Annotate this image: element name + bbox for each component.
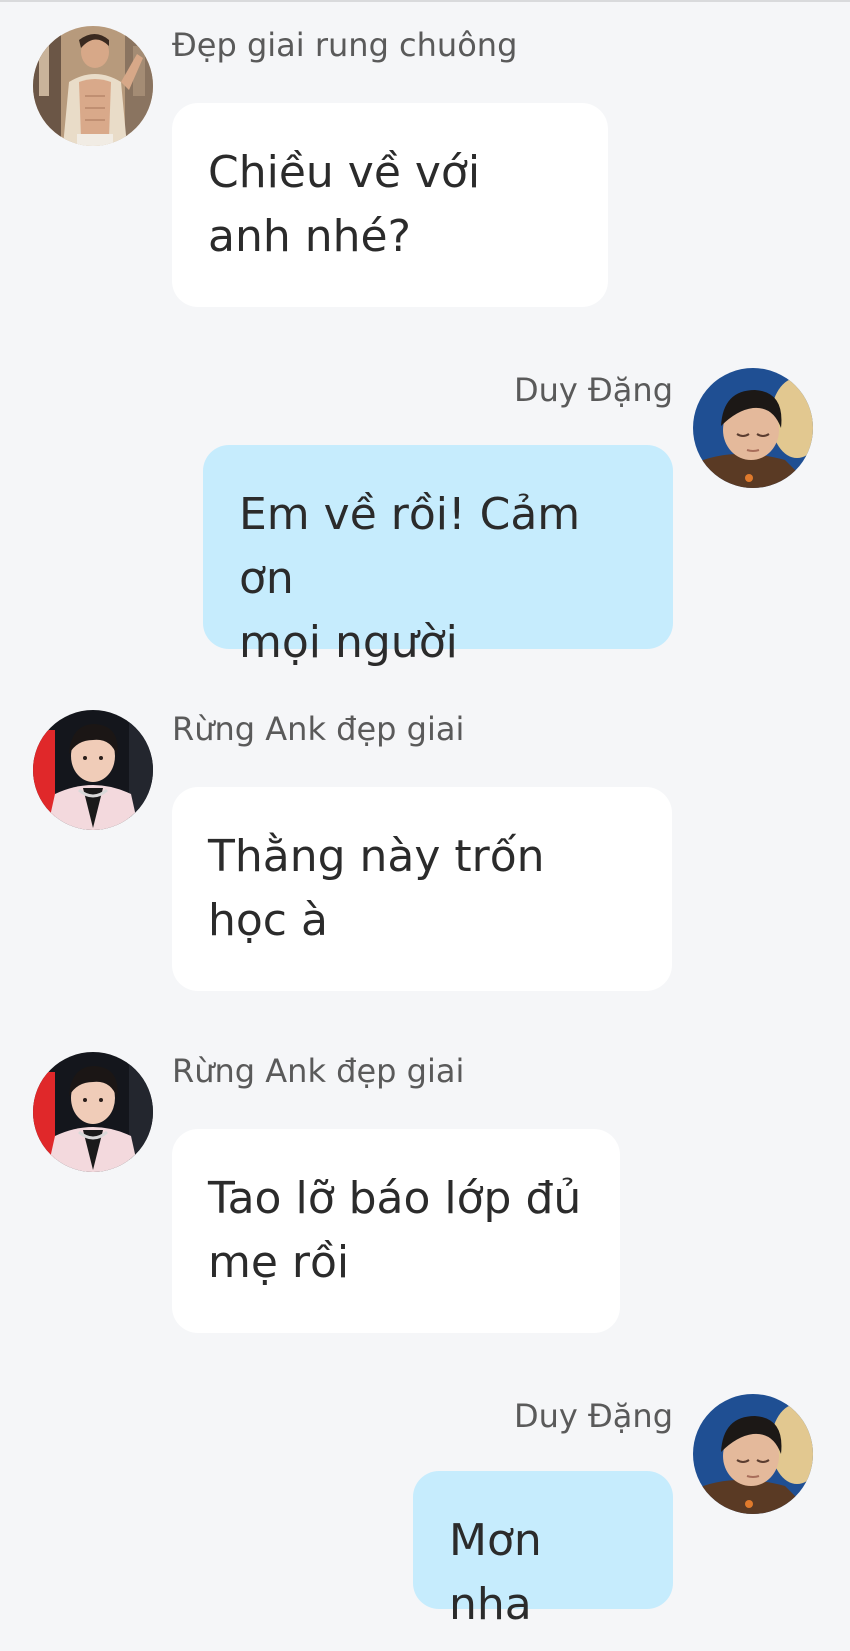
sleeping-boy-avatar[interactable] [693, 1394, 813, 1514]
avatar-image [33, 1052, 153, 1172]
avatar-image [33, 26, 153, 146]
sender-name: Rừng Ank đẹp giai [172, 1052, 465, 1090]
message-text-line: Thằng này trốn [208, 831, 545, 882]
message-text-line: học à [208, 895, 328, 946]
sender-name: Duy Đặng [513, 371, 673, 409]
message-text-line: Chiều về với [208, 147, 481, 198]
message-text-line: Tao lỡ báo lớp đủ [208, 1173, 582, 1224]
message-bubble[interactable]: Mơn nha [413, 1471, 673, 1630]
message-bubble[interactable]: Thằng này trốn học à [172, 787, 672, 991]
message-bubble[interactable]: Tao lỡ báo lớp đủ mẹ rồi [172, 1129, 620, 1333]
message-text-line: mọi người [239, 617, 458, 668]
shirtless-man-avatar[interactable] [33, 26, 153, 146]
sleeping-boy-avatar[interactable] [693, 368, 813, 488]
pink-suit-man-avatar[interactable] [33, 1052, 153, 1172]
avatar-image [693, 1394, 813, 1514]
sender-name: Duy Đặng [513, 1397, 673, 1435]
avatar-image [693, 368, 813, 488]
message-text-line: anh nhé? [208, 211, 411, 262]
avatar-image [33, 710, 153, 830]
message-text-line: mẹ rồi [208, 1237, 350, 1288]
message-bubble[interactable]: Em về rồi! Cảm ơn mọi người [203, 445, 673, 668]
sender-name: Đẹp giai rung chuông [172, 26, 518, 64]
message-text-line: Em về rồi! Cảm ơn [239, 489, 581, 604]
top-divider [0, 0, 850, 2]
pink-suit-man-avatar[interactable] [33, 710, 153, 830]
message-text-line: Mơn nha [449, 1515, 542, 1630]
message-bubble[interactable]: Chiều về với anh nhé? [172, 103, 608, 307]
sender-name: Rừng Ank đẹp giai [172, 710, 465, 748]
